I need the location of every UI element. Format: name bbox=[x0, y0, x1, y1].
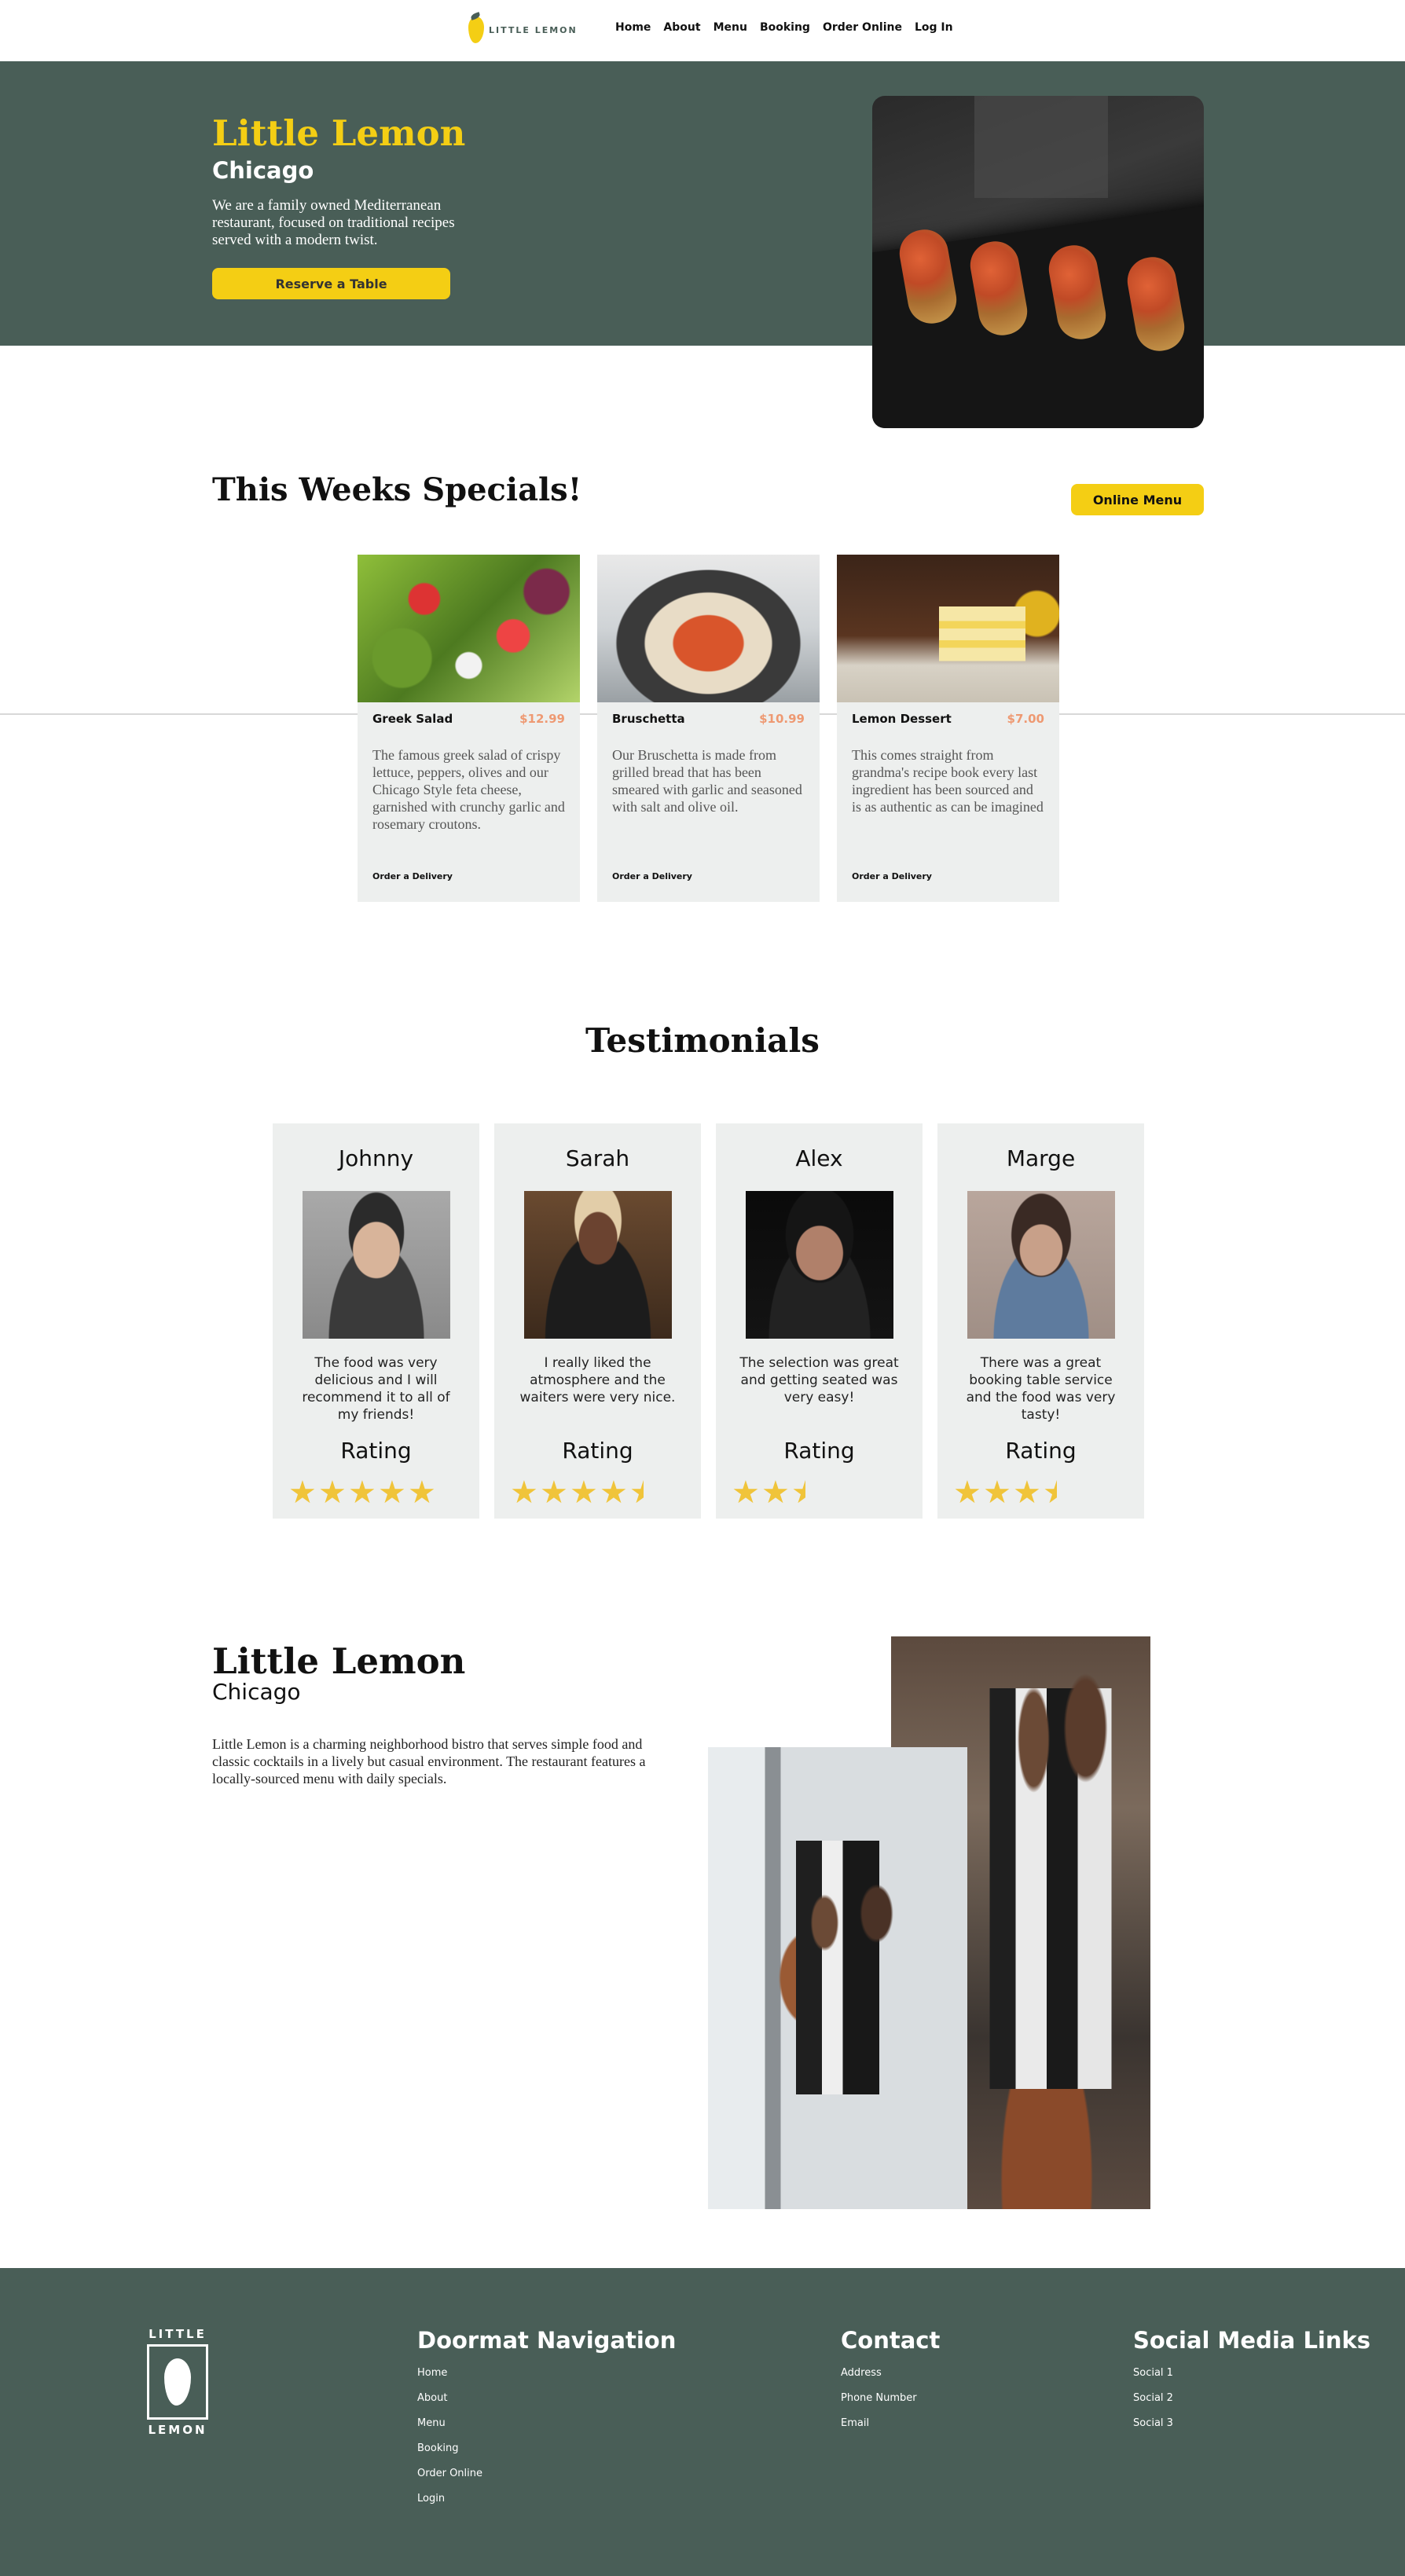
footer-nav-home[interactable]: Home bbox=[417, 2367, 447, 2379]
nav-order-online[interactable]: Order Online bbox=[823, 21, 902, 34]
rating-label: Rating bbox=[1005, 1438, 1077, 1464]
reviewer-name: Marge bbox=[1006, 1145, 1076, 1171]
reviewer-photo bbox=[967, 1191, 1115, 1339]
about-subtitle: Chicago bbox=[212, 1679, 301, 1705]
footer-contact-address[interactable]: Address bbox=[841, 2367, 882, 2379]
site-logo[interactable]: LITTLE LEMON bbox=[468, 14, 586, 46]
footer-nav-menu[interactable]: Menu bbox=[417, 2417, 446, 2429]
footer-lemon-icon bbox=[147, 2344, 208, 2420]
testimonial-card: Marge There was a great booking table se… bbox=[937, 1123, 1144, 1519]
rating-label: Rating bbox=[783, 1438, 855, 1464]
half-star-icon: ★ bbox=[1043, 1479, 1057, 1507]
special-name: Bruschetta bbox=[612, 712, 685, 726]
star-icon: ★ bbox=[600, 1479, 628, 1507]
testimonial-card: Sarah I really liked the atmosphere and … bbox=[494, 1123, 701, 1519]
order-delivery-link[interactable]: Order a Delivery bbox=[612, 871, 692, 881]
footer-logo[interactable]: LITTLE LEMON bbox=[145, 2327, 211, 2446]
star-icon: ★ bbox=[570, 1479, 598, 1507]
footer-nav-order-online[interactable]: Order Online bbox=[417, 2468, 482, 2479]
star-icon: ★ bbox=[408, 1479, 436, 1507]
order-delivery-link[interactable]: Order a Delivery bbox=[852, 871, 932, 881]
footer-social-heading: Social Media Links bbox=[1133, 2327, 1371, 2354]
half-star-icon: ★ bbox=[791, 1479, 805, 1507]
order-delivery-link[interactable]: Order a Delivery bbox=[372, 871, 453, 881]
footer-logo-bottom: LEMON bbox=[148, 2423, 207, 2437]
about-kitchen-image bbox=[708, 1747, 967, 2209]
special-description: This comes straight from grandma's recip… bbox=[852, 747, 1044, 815]
special-card: Lemon Dessert $7.00 This comes straight … bbox=[837, 555, 1059, 902]
star-icon: ★ bbox=[1013, 1479, 1041, 1507]
footer-contact-phone[interactable]: Phone Number bbox=[841, 2392, 917, 2404]
footer-contact-email[interactable]: Email bbox=[841, 2417, 869, 2429]
rating-label: Rating bbox=[340, 1438, 412, 1464]
hero-subtitle: Chicago bbox=[212, 157, 314, 184]
footer-social-1[interactable]: Social 1 bbox=[1133, 2367, 1173, 2379]
reviewer-name: Sarah bbox=[565, 1145, 630, 1171]
footer-nav-about[interactable]: About bbox=[417, 2392, 447, 2404]
footer-nav-login[interactable]: Login bbox=[417, 2493, 445, 2505]
footer-contact-heading: Contact bbox=[841, 2327, 941, 2354]
star-icon: ★ bbox=[318, 1479, 347, 1507]
online-menu-button[interactable]: Online Menu bbox=[1071, 484, 1204, 515]
special-description: The famous greek salad of crispy lettuce… bbox=[372, 747, 565, 832]
reviewer-quote: There was a great booking table service … bbox=[966, 1355, 1116, 1423]
half-star-icon: ★ bbox=[629, 1479, 644, 1507]
star-icon: ★ bbox=[983, 1479, 1011, 1507]
reviewer-quote: The selection was great and getting seat… bbox=[739, 1355, 899, 1405]
special-price: $12.99 bbox=[519, 712, 565, 726]
footer-social-2[interactable]: Social 2 bbox=[1133, 2392, 1173, 2404]
star-icon: ★ bbox=[953, 1479, 981, 1507]
nav-log-in[interactable]: Log In bbox=[915, 21, 953, 34]
special-card: Greek Salad $12.99 The famous greek sala… bbox=[358, 555, 580, 902]
star-icon: ★ bbox=[540, 1479, 568, 1507]
greek-salad-image bbox=[358, 555, 580, 702]
about-description: Little Lemon is a charming neighborhood … bbox=[212, 1736, 646, 1786]
nav-menu[interactable]: Menu bbox=[714, 21, 747, 34]
reviewer-quote: The food was very delicious and I will r… bbox=[302, 1355, 450, 1423]
testimonials-title: Testimonials bbox=[585, 1021, 820, 1060]
reviewer-photo bbox=[746, 1191, 893, 1339]
bruschetta-image bbox=[597, 555, 820, 702]
special-description: Our Bruschetta is made from grilled brea… bbox=[612, 747, 802, 815]
star-icon: ★ bbox=[378, 1479, 406, 1507]
star-icon: ★ bbox=[348, 1479, 376, 1507]
about-title: Little Lemon bbox=[212, 1640, 466, 1682]
testimonial-card: Alex The selection was great and getting… bbox=[716, 1123, 923, 1519]
star-icon: ★ bbox=[761, 1479, 790, 1507]
hero-title: Little Lemon bbox=[212, 112, 466, 154]
star-icon: ★ bbox=[732, 1479, 760, 1507]
main-nav: Home About Menu Booking Order Online Log… bbox=[615, 21, 966, 34]
reviewer-photo bbox=[303, 1191, 450, 1339]
rating-label: Rating bbox=[562, 1438, 633, 1464]
logo-text: LITTLE LEMON bbox=[489, 24, 578, 35]
hero-image bbox=[872, 96, 1204, 428]
star-icon: ★ bbox=[510, 1479, 538, 1507]
nav-about[interactable]: About bbox=[663, 21, 700, 34]
footer-nav-heading: Doormat Navigation bbox=[417, 2327, 677, 2354]
reserve-table-button[interactable]: Reserve a Table bbox=[212, 268, 450, 299]
special-price: $10.99 bbox=[759, 712, 805, 726]
special-price: $7.00 bbox=[1007, 712, 1044, 726]
reviewer-photo bbox=[524, 1191, 672, 1339]
lemon-logo-icon bbox=[468, 16, 484, 43]
hero-description: We are a family owned Mediterranean rest… bbox=[212, 197, 455, 248]
nav-booking[interactable]: Booking bbox=[760, 21, 810, 34]
specials-title: This Weeks Specials! bbox=[212, 471, 582, 508]
footer-social-3[interactable]: Social 3 bbox=[1133, 2417, 1173, 2429]
site-header: LITTLE LEMON Home About Menu Booking Ord… bbox=[0, 0, 1405, 61]
reviewer-name: Johnny bbox=[338, 1145, 414, 1171]
special-name: Lemon Dessert bbox=[852, 712, 952, 726]
lemon-dessert-image bbox=[837, 555, 1059, 702]
star-icon: ★ bbox=[288, 1479, 317, 1507]
footer-logo-top: LITTLE bbox=[149, 2327, 207, 2341]
site-footer bbox=[0, 2268, 1405, 2576]
testimonial-card: Johnny The food was very delicious and I… bbox=[273, 1123, 479, 1519]
reviewer-name: Alex bbox=[795, 1145, 843, 1171]
special-name: Greek Salad bbox=[372, 712, 453, 726]
nav-home[interactable]: Home bbox=[615, 21, 651, 34]
special-card: Bruschetta $10.99 Our Bruschetta is made… bbox=[597, 555, 820, 902]
reviewer-quote: I really liked the atmosphere and the wa… bbox=[519, 1355, 676, 1405]
footer-nav-booking[interactable]: Booking bbox=[417, 2442, 458, 2454]
